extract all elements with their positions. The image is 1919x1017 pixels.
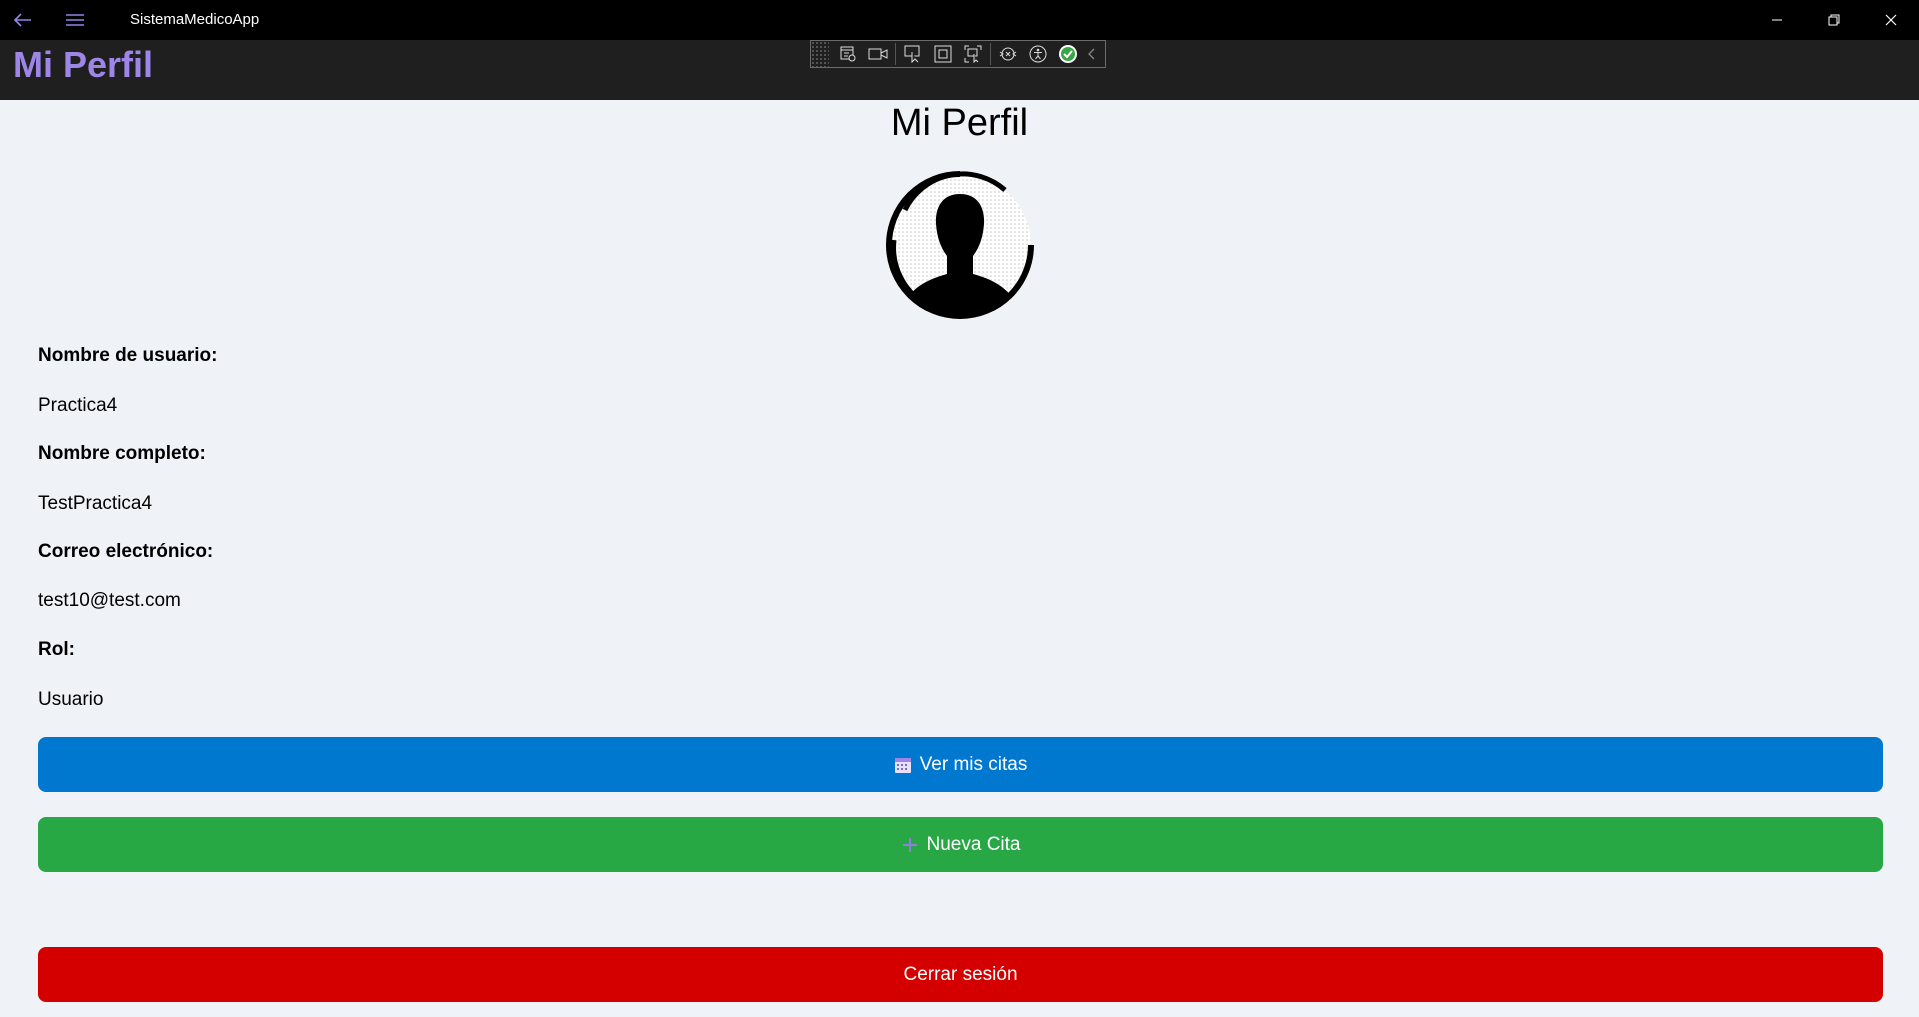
track-focus-icon — [964, 45, 982, 63]
display-layout-adorners-button[interactable] — [928, 41, 958, 67]
role-label: Rol: — [38, 639, 75, 660]
select-element-icon — [904, 45, 920, 63]
fullname-label: Nombre completo: — [38, 443, 206, 464]
checkmark-icon — [1059, 45, 1077, 63]
record-button[interactable] — [863, 41, 893, 67]
avatar — [885, 170, 1035, 320]
collapse-toolbar-button[interactable] — [1083, 41, 1101, 67]
arrow-left-icon — [14, 13, 31, 27]
minimize-button[interactable] — [1748, 0, 1805, 40]
status-check-button[interactable] — [1053, 41, 1083, 67]
username-value: Practica4 — [38, 395, 118, 416]
display-layout-adorners-icon — [934, 45, 952, 63]
toolbar-separator — [990, 43, 991, 65]
close-icon — [1885, 14, 1896, 26]
email-value: test10@test.com — [38, 590, 181, 611]
hamburger-icon — [66, 14, 84, 26]
new-appointment-button[interactable]: Nueva Cita — [38, 817, 1883, 872]
record-icon — [868, 48, 888, 60]
select-element-button[interactable] — [898, 41, 928, 67]
accessibility-button[interactable] — [1023, 41, 1053, 67]
hot-reload-icon — [999, 47, 1017, 61]
role-value: Usuario — [38, 689, 104, 710]
username-label: Nombre de usuario: — [38, 345, 218, 366]
email-label: Correo electrónico: — [38, 541, 214, 562]
close-button[interactable] — [1862, 0, 1919, 40]
fullname-value: TestPractica4 — [38, 493, 153, 514]
minimize-icon — [1771, 19, 1782, 21]
new-appointment-label: Nueva Cita — [926, 833, 1021, 855]
hot-reload-button[interactable] — [993, 41, 1023, 67]
view-appointments-button[interactable]: Ver mis citas — [38, 737, 1883, 792]
restore-button[interactable] — [1805, 0, 1862, 40]
track-focus-button[interactable] — [958, 41, 988, 67]
calendar-icon — [894, 756, 912, 774]
toolbar-grip[interactable] — [811, 41, 829, 67]
title-bar: SistemaMedicoApp — [0, 0, 1919, 40]
logout-button[interactable]: Cerrar sesión — [38, 947, 1883, 1002]
logout-label: Cerrar sesión — [903, 963, 1018, 985]
xaml-debug-toolbar — [810, 40, 1106, 68]
back-button[interactable] — [0, 0, 46, 40]
toolbar-separator — [895, 43, 896, 65]
menu-button[interactable] — [52, 0, 98, 40]
page-title: Mi Perfil — [890, 102, 1029, 144]
live-visual-tree-button[interactable] — [833, 41, 863, 67]
accessibility-icon — [1029, 45, 1047, 63]
view-appointments-label: Ver mis citas — [919, 753, 1028, 775]
live-visual-tree-icon — [840, 46, 856, 62]
user-avatar-icon — [886, 171, 1034, 319]
header-title: Mi Perfil — [13, 44, 154, 85]
restore-icon — [1828, 14, 1839, 26]
app-title: SistemaMedicoApp — [130, 11, 260, 28]
collapse-chevron-icon — [1088, 48, 1095, 60]
plus-icon — [901, 836, 919, 854]
